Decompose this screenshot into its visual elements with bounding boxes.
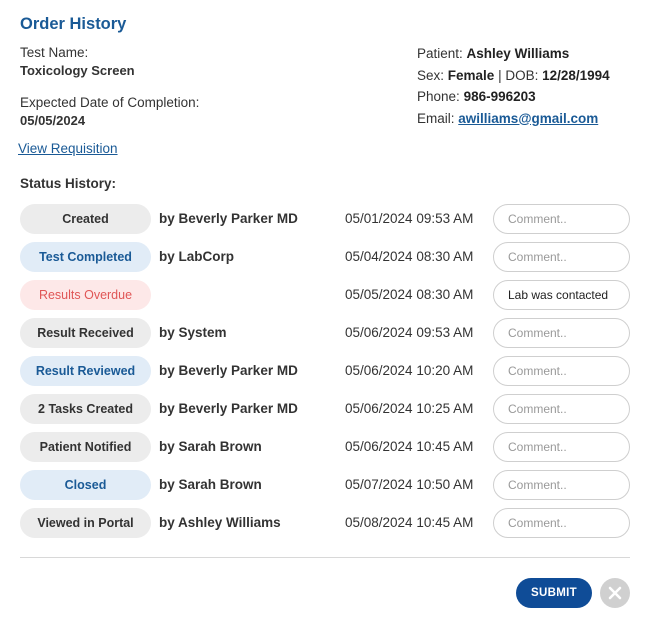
email-link[interactable]: awilliams@gmail.com — [458, 111, 598, 126]
status-datetime: 05/08/2024 10:45 AM — [345, 515, 474, 530]
status-author: by LabCorp — [159, 249, 235, 264]
status-datetime: 05/06/2024 10:45 AM — [345, 439, 474, 454]
sex-label: Sex: — [417, 67, 445, 83]
status-badge: Patient Notified — [20, 432, 151, 462]
status-row: Created by Beverly Parker MD 05/01/2024 09… — [20, 204, 632, 242]
sex-dob-line: Sex: Female | DOB: 12/28/1994 — [417, 65, 610, 87]
status-author: by Beverly Parker MD — [159, 211, 298, 226]
status-author: by System — [159, 325, 227, 340]
comment-input[interactable] — [493, 356, 630, 386]
status-row: Closed by Sarah Brown 05/07/2024 10:50 AM — [20, 470, 632, 508]
status-row: Patient Notified by Sarah Brown 05/06/2024… — [20, 432, 632, 470]
patient-line: Patient: Ashley Williams — [417, 43, 610, 65]
divider — [20, 557, 630, 558]
comment-input[interactable] — [493, 508, 630, 538]
comment-input[interactable] — [493, 204, 630, 234]
close-button[interactable] — [600, 578, 630, 608]
status-datetime: 05/01/2024 09:53 AM — [345, 211, 474, 226]
close-icon — [608, 586, 622, 600]
status-badge: Test Completed — [20, 242, 151, 272]
status-row: Test Completed by LabCorp 05/04/2024 08:30… — [20, 242, 632, 280]
dob-value: 12/28/1994 — [542, 67, 610, 83]
comment-input[interactable] — [493, 432, 630, 462]
expected-date-value: 05/05/2024 — [20, 113, 86, 128]
patient-name: Ashley Williams — [466, 46, 570, 61]
phone-line: Phone: 986-996203 — [417, 86, 610, 108]
phone-label: Phone: — [417, 89, 460, 104]
status-history-heading: Status History: — [20, 176, 117, 191]
comment-input[interactable] — [493, 318, 630, 348]
status-author: by Ashley Williams — [159, 515, 281, 530]
patient-info: Patient: Ashley Williams Sex: Female | D… — [417, 43, 610, 129]
patient-label: Patient: — [417, 46, 463, 61]
status-badge: Viewed in Portal — [20, 508, 151, 538]
status-badge: Result Received — [20, 318, 151, 348]
status-badge: 2 Tasks Created — [20, 394, 151, 424]
submit-button[interactable]: SUBMIT — [516, 578, 592, 608]
status-datetime: 05/05/2024 08:30 AM — [345, 287, 474, 302]
test-info: Test Name: Toxicology Screen Expected Da… — [20, 44, 199, 130]
expected-date-label: Expected Date of Completion: — [20, 95, 200, 110]
separator: | — [494, 67, 506, 83]
status-author: by Sarah Brown — [159, 477, 262, 492]
dob-label: DOB: — [505, 67, 539, 83]
status-datetime: 05/04/2024 08:30 AM — [345, 249, 474, 264]
status-author: by Sarah Brown — [159, 439, 262, 454]
status-datetime: 05/07/2024 10:50 AM — [345, 477, 474, 492]
comment-input[interactable] — [493, 280, 630, 310]
sex-value: Female — [447, 67, 495, 83]
view-requisition-link[interactable]: View Requisition — [18, 141, 118, 156]
status-row: Result Received by System 05/06/2024 09:53… — [20, 318, 632, 356]
status-datetime: 05/06/2024 10:20 AM — [345, 363, 474, 378]
status-datetime: 05/06/2024 09:53 AM — [345, 325, 474, 340]
status-badge: Results Overdue — [20, 280, 151, 310]
comment-input[interactable] — [493, 394, 630, 424]
status-row: Result Reviewed by Beverly Parker MD 05/06… — [20, 356, 632, 394]
comment-input[interactable] — [493, 470, 630, 500]
status-row: Results Overdue 05/05/2024 08:30 AM — [20, 280, 632, 318]
status-badge: Closed — [20, 470, 151, 500]
status-badge: Result Reviewed — [20, 356, 151, 386]
test-name-label: Test Name: — [20, 45, 89, 60]
phone-value: 986-996203 — [463, 89, 536, 104]
status-author: by Beverly Parker MD — [159, 401, 298, 416]
email-line: Email: awilliams@gmail.com — [417, 108, 610, 130]
status-row: 2 Tasks Created by Beverly Parker MD 05/06… — [20, 394, 632, 432]
page-title: Order History — [20, 15, 127, 33]
status-datetime: 05/06/2024 10:25 AM — [345, 401, 474, 416]
test-name-value: Toxicology Screen — [20, 63, 135, 78]
status-row: Viewed in Portal by Ashley Williams 05/08/… — [20, 508, 632, 546]
status-history-list: Created by Beverly Parker MD 05/01/2024 09… — [20, 204, 632, 546]
comment-input[interactable] — [493, 242, 630, 272]
status-author: by Beverly Parker MD — [159, 363, 298, 378]
email-label: Email: — [417, 110, 455, 126]
status-badge: Created — [20, 204, 151, 234]
